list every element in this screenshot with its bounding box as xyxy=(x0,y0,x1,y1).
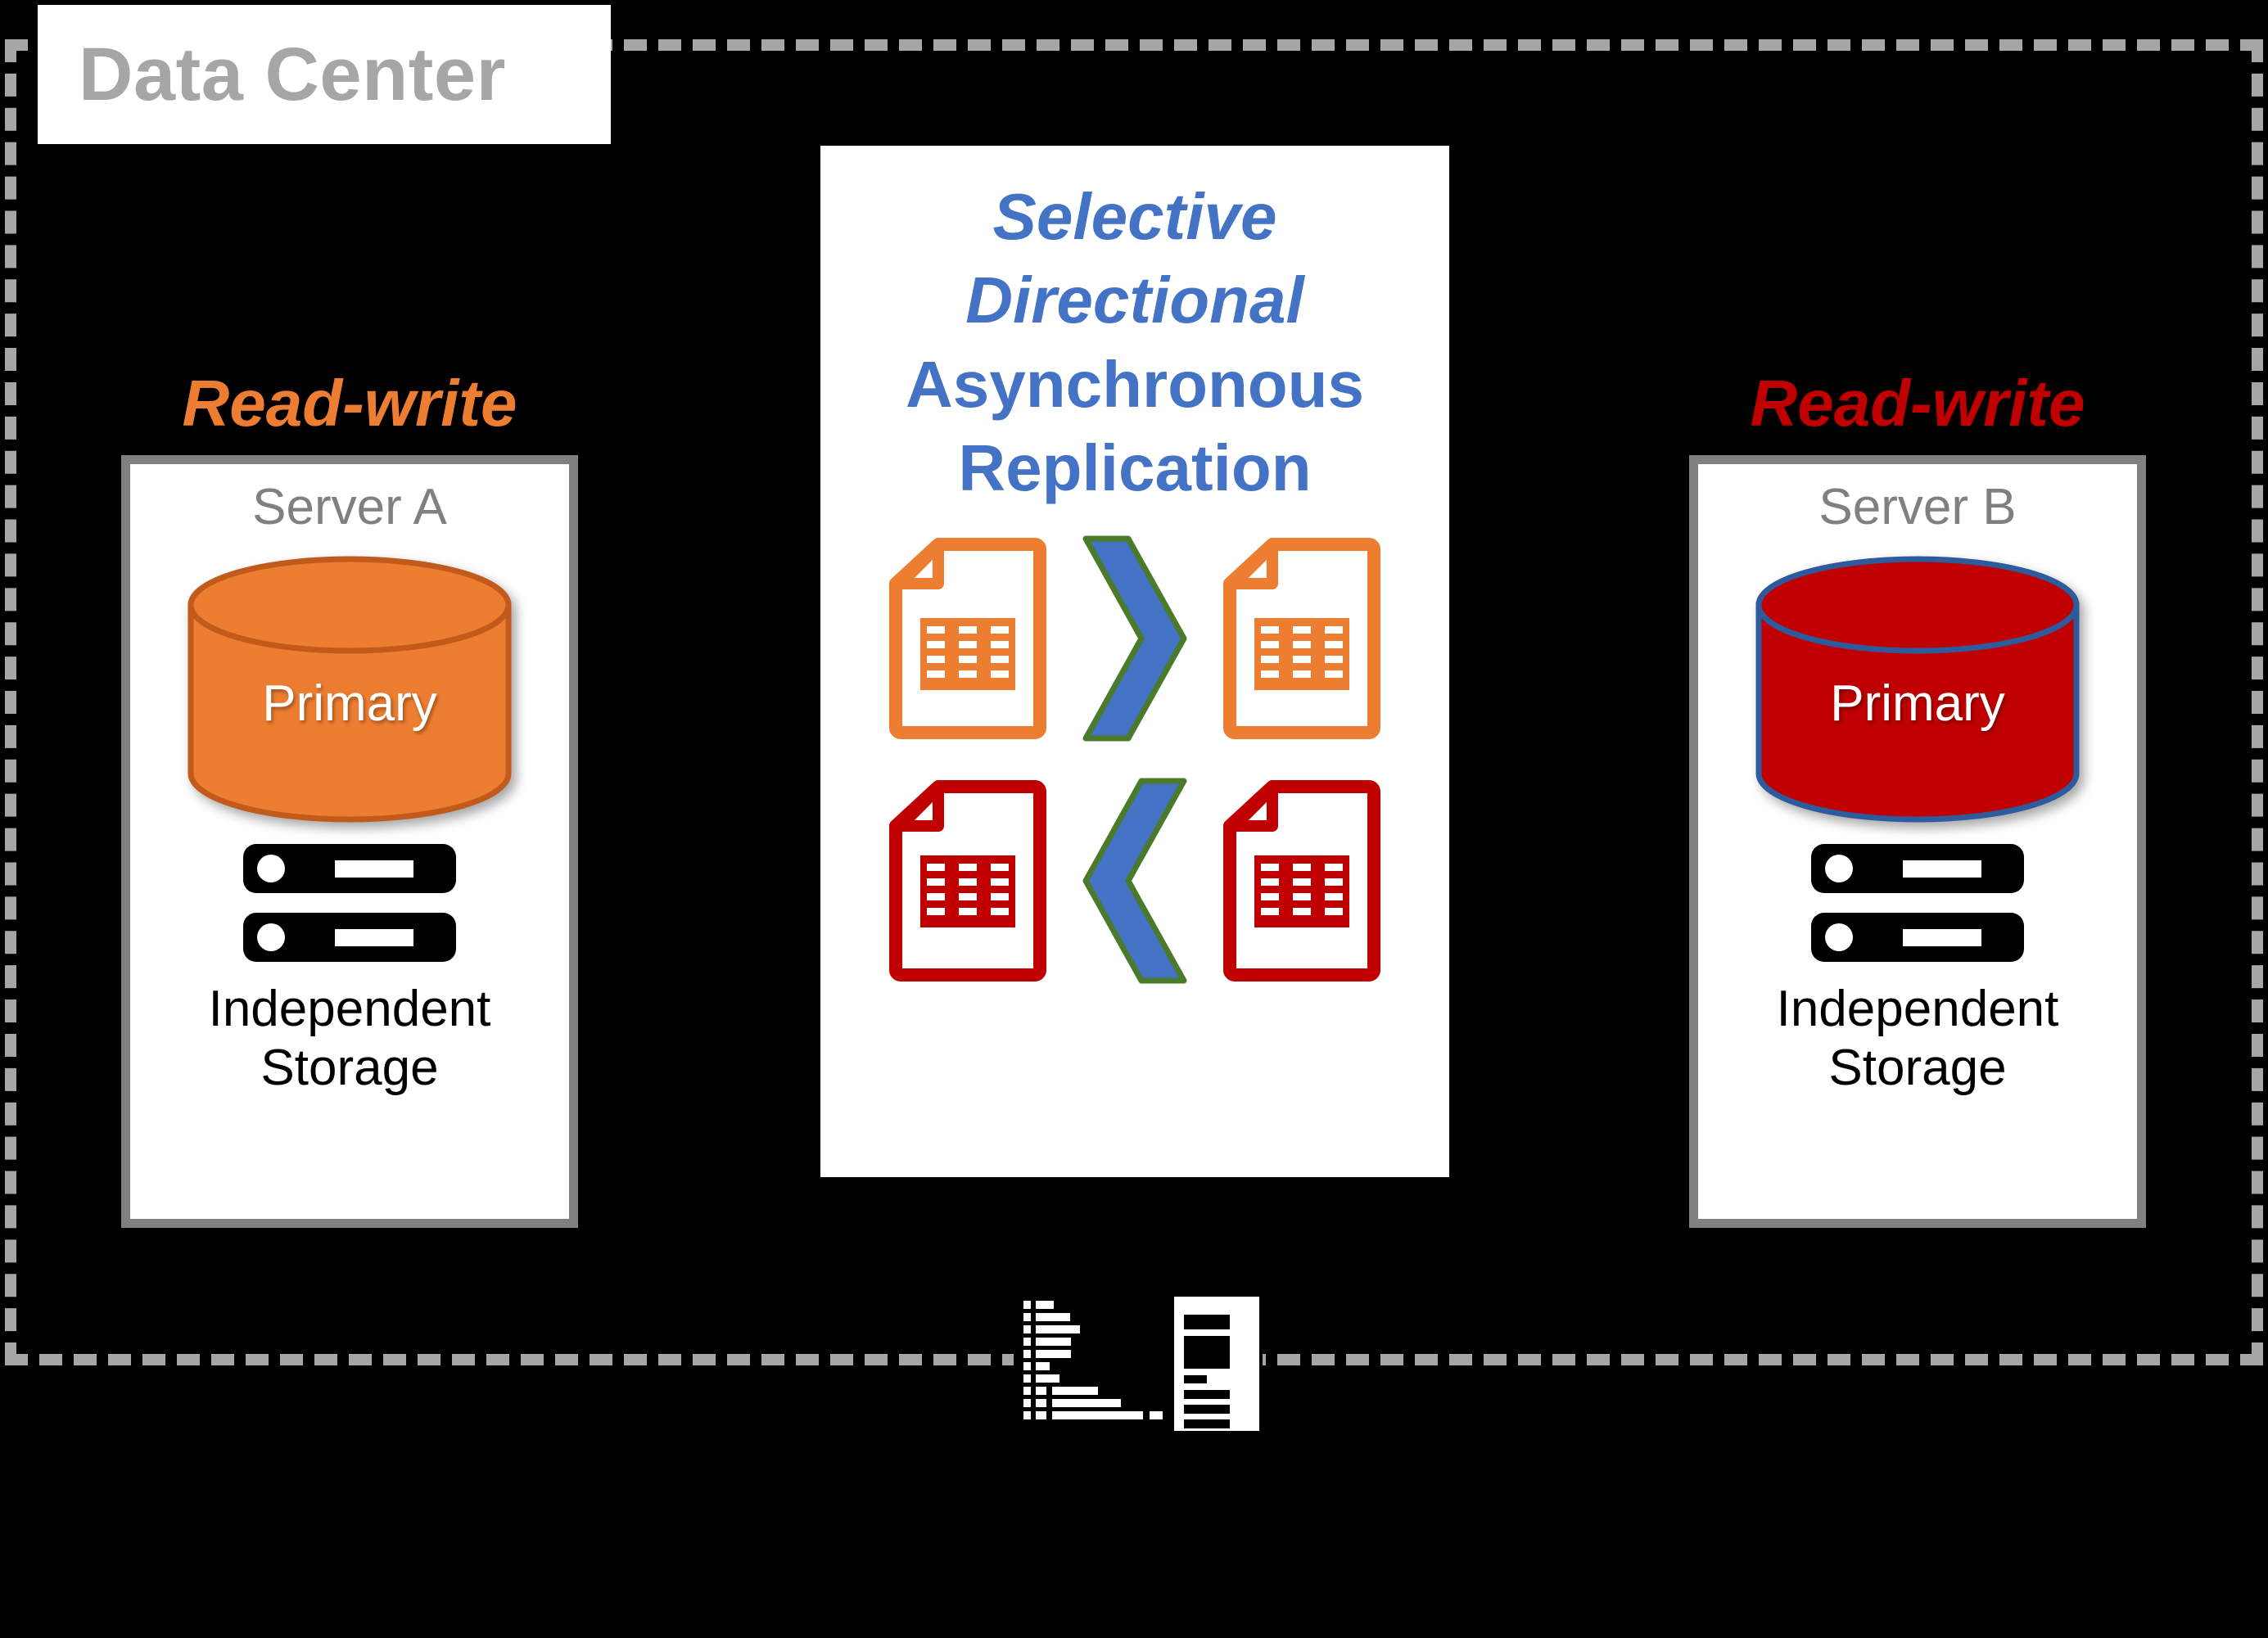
document-table-icon xyxy=(889,779,1046,981)
server-a-database-label: Primary xyxy=(262,675,437,732)
document-table-icon xyxy=(889,537,1046,739)
server-b-storage-caption: Independent Storage xyxy=(1777,980,2059,1098)
server-a-storage-line2: Storage xyxy=(260,1039,439,1096)
analytics-report-icon xyxy=(1014,1290,1263,1437)
replication-panel: Selective Directional Asynchronous Repli… xyxy=(820,146,1449,1177)
data-center-label: Data Center xyxy=(79,33,506,116)
replication-flow-diagram xyxy=(820,532,1449,987)
replication-flow-row-reverse xyxy=(820,774,1449,987)
replication-title-line-1: Selective xyxy=(992,180,1277,253)
data-center-title-plate: Data Center xyxy=(38,5,611,144)
server-b-database-label: Primary xyxy=(1830,675,2005,732)
replication-flow-row-forward xyxy=(820,532,1449,745)
server-a-storage-line1: Independent xyxy=(208,981,491,1037)
server-b-panel: Server B Primary Independent Storage xyxy=(1689,455,2146,1228)
server-b-rack-icon xyxy=(1811,844,2024,962)
server-b-access-label: Read-write xyxy=(1750,367,2085,440)
replication-title-line-3: Asynchronous xyxy=(905,347,1365,421)
replication-title: Selective Directional Asynchronous Repli… xyxy=(820,175,1449,511)
diagram-canvas: Data Center Read-write Server A Primary … xyxy=(0,0,2268,1638)
chevron-left-icon xyxy=(1079,776,1190,986)
server-a-access-label: Read-write xyxy=(182,367,517,440)
server-b-storage-line1: Independent xyxy=(1776,981,2059,1037)
document-table-icon xyxy=(1223,537,1380,739)
document-table-icon xyxy=(1223,779,1380,981)
server-a-title: Server A xyxy=(252,479,447,535)
server-a-storage-caption: Independent Storage xyxy=(209,980,491,1098)
server-a-rack-icon xyxy=(243,844,456,962)
replication-title-line-2: Directional xyxy=(965,264,1304,337)
chevron-right-icon xyxy=(1079,534,1190,743)
server-b-storage-line2: Storage xyxy=(1828,1039,2007,1096)
server-a-database-cylinder: Primary xyxy=(186,554,513,824)
server-b-database-cylinder: Primary xyxy=(1754,554,2081,824)
server-b-title: Server B xyxy=(1818,479,2017,535)
replication-title-line-4: Replication xyxy=(958,431,1312,505)
server-a-panel: Server A Primary Independent Storage xyxy=(121,455,578,1228)
